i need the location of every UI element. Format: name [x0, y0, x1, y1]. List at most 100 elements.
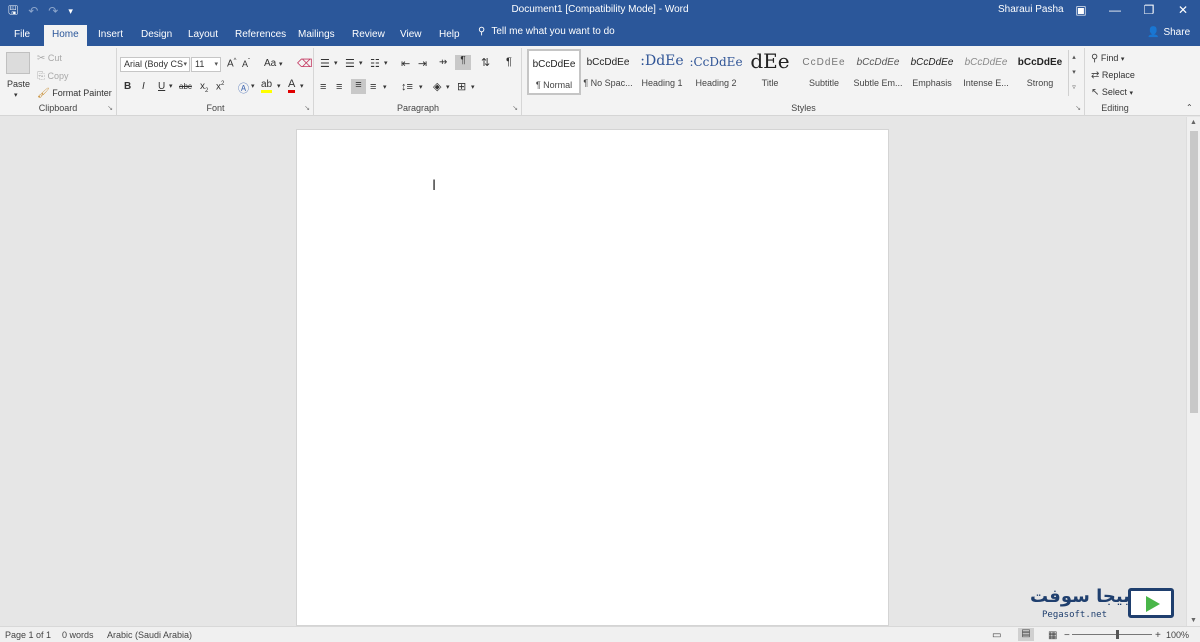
superscript-button[interactable]: x2: [216, 81, 224, 92]
paragraph-launcher-icon[interactable]: ↘: [512, 104, 518, 112]
scroll-down-icon[interactable]: ▼: [1190, 617, 1197, 624]
minimize-icon[interactable]: —: [1098, 0, 1132, 22]
user-name[interactable]: Sharaui Pasha: [998, 4, 1064, 15]
ltr-direction-icon[interactable]: ⇸: [439, 57, 447, 68]
tab-view[interactable]: View: [392, 25, 430, 46]
select-button[interactable]: ↖ Select ▾: [1091, 87, 1133, 98]
shrink-font-button[interactable]: Aˇ: [242, 59, 250, 69]
line-spacing-icon[interactable]: ↕≡: [401, 81, 413, 93]
scroll-up-icon[interactable]: ▲: [1190, 119, 1197, 126]
style-emphasis[interactable]: bCcDdEe Emphasis: [905, 49, 959, 95]
numbering-icon[interactable]: ☰: [345, 57, 355, 70]
subscript-button[interactable]: x2: [200, 81, 208, 94]
font-launcher-icon[interactable]: ↘: [304, 104, 310, 112]
print-layout-icon[interactable]: ▤: [1018, 628, 1034, 641]
increase-indent-icon[interactable]: ⇥: [418, 57, 427, 70]
language-indicator[interactable]: Arabic (Saudi Arabia): [107, 630, 192, 640]
style-title[interactable]: dEe Title: [743, 49, 797, 95]
chevron-down-icon[interactable]: ▾: [183, 58, 187, 71]
chevron-down-icon[interactable]: ▾: [214, 58, 218, 71]
bold-button[interactable]: B: [124, 81, 131, 92]
style-heading-2[interactable]: :CcDdEe Heading 2: [689, 49, 743, 95]
word-count[interactable]: 0 words: [62, 630, 94, 640]
page-count[interactable]: Page 1 of 1: [5, 630, 51, 640]
tab-review[interactable]: Review: [344, 25, 393, 46]
multilevel-dropdown-icon[interactable]: ▾: [384, 59, 388, 67]
multilevel-list-icon[interactable]: ☷: [370, 57, 380, 70]
align-right-icon[interactable]: ≡: [351, 79, 366, 94]
tab-insert[interactable]: Insert: [90, 25, 131, 46]
cut-button[interactable]: ✂ Cut: [37, 53, 62, 64]
format-painter-button[interactable]: 🖌 Format Painter: [37, 88, 112, 99]
change-case-button[interactable]: Aa ▾: [264, 58, 283, 69]
show-formatting-button[interactable]: ¶: [506, 56, 512, 68]
underline-dropdown-icon[interactable]: ▾: [169, 82, 173, 90]
font-color-dropdown-icon[interactable]: ▾: [300, 82, 304, 90]
paste-button[interactable]: Paste: [7, 79, 30, 89]
shading-dropdown-icon[interactable]: ▾: [446, 83, 450, 91]
rtl-direction-icon[interactable]: ¶: [455, 55, 471, 70]
style-intense-emphasis[interactable]: bCcDdEe Intense E...: [959, 49, 1013, 95]
style-normal[interactable]: bCcDdEe ¶ Normal: [527, 49, 581, 95]
paste-icon[interactable]: [6, 52, 30, 74]
zoom-slider-track[interactable]: [1072, 634, 1152, 635]
highlight-icon[interactable]: ab: [261, 79, 273, 93]
web-layout-icon[interactable]: ▦: [1048, 630, 1057, 641]
document-page[interactable]: I: [296, 129, 889, 626]
tab-layout[interactable]: Layout: [180, 25, 226, 46]
bullets-dropdown-icon[interactable]: ▾: [334, 59, 338, 67]
styles-launcher-icon[interactable]: ↘: [1075, 104, 1081, 112]
replace-button[interactable]: ⇄ Replace: [1091, 70, 1135, 81]
tab-design[interactable]: Design: [133, 25, 180, 46]
justify-dropdown-icon[interactable]: ▾: [383, 83, 387, 91]
tab-help[interactable]: Help: [431, 25, 468, 46]
font-name-box[interactable]: Arial (Body CS ▾: [120, 57, 190, 72]
share-button[interactable]: 👤 Share: [1147, 27, 1190, 38]
clear-formatting-icon[interactable]: ⌫: [297, 57, 313, 70]
text-effects-dropdown-icon[interactable]: ▾: [251, 82, 255, 90]
tab-home[interactable]: Home: [44, 25, 87, 46]
restore-icon[interactable]: ❐: [1132, 0, 1166, 22]
italic-button[interactable]: I: [142, 81, 145, 92]
text-effects-icon[interactable]: Ⓐ: [238, 80, 249, 96]
style-no-spacing[interactable]: bCcDdEe ¶ No Spac...: [581, 49, 635, 95]
vertical-scrollbar[interactable]: ▲ ▼: [1186, 117, 1200, 626]
line-spacing-dropdown-icon[interactable]: ▾: [419, 83, 423, 91]
style-strong[interactable]: bCcDdEe Strong: [1013, 49, 1067, 95]
decrease-indent-icon[interactable]: ⇤: [401, 57, 410, 70]
read-mode-icon[interactable]: ▭: [992, 630, 1001, 641]
underline-button[interactable]: U: [158, 81, 165, 92]
find-button[interactable]: ⚲ Find ▾: [1091, 53, 1124, 64]
style-subtle-emphasis[interactable]: bCcDdEe Subtle Em...: [851, 49, 905, 95]
align-center-icon[interactable]: ≡: [336, 81, 342, 93]
tell-me-box[interactable]: ⚲ Tell me what you want to do: [478, 26, 615, 37]
copy-button[interactable]: ⎘ Copy: [37, 71, 69, 82]
zoom-in-icon[interactable]: +: [1155, 630, 1161, 641]
borders-dropdown-icon[interactable]: ▾: [471, 83, 475, 91]
grow-font-button[interactable]: A^: [227, 58, 237, 69]
ribbon-display-icon[interactable]: ▣: [1064, 0, 1098, 22]
font-size-box[interactable]: 11 ▾: [191, 57, 221, 72]
shading-icon[interactable]: ◈: [433, 80, 441, 93]
numbering-dropdown-icon[interactable]: ▾: [359, 59, 363, 67]
zoom-slider-thumb[interactable]: [1116, 630, 1119, 639]
style-subtitle[interactable]: CcDdEe Subtitle: [797, 49, 851, 95]
chevron-up-icon[interactable]: ▴: [1069, 50, 1079, 65]
borders-icon[interactable]: ⊞: [457, 80, 466, 93]
zoom-out-icon[interactable]: −: [1064, 630, 1070, 641]
tab-file[interactable]: File: [6, 25, 38, 46]
highlight-dropdown-icon[interactable]: ▾: [277, 82, 281, 90]
paste-dropdown-icon[interactable]: ▾: [14, 91, 18, 99]
strikethrough-button[interactable]: abc: [179, 82, 192, 91]
clipboard-launcher-icon[interactable]: ↘: [107, 104, 113, 112]
style-heading-1[interactable]: :DdEe Heading 1: [635, 49, 689, 95]
more-styles-icon[interactable]: ▿: [1069, 80, 1079, 95]
tab-mailings[interactable]: Mailings: [290, 25, 343, 46]
tab-references[interactable]: References: [227, 25, 294, 46]
font-color-button[interactable]: A: [288, 79, 296, 93]
collapse-ribbon-icon[interactable]: ⌃: [1186, 103, 1193, 112]
bullets-icon[interactable]: ☰: [320, 57, 330, 70]
close-icon[interactable]: ✕: [1166, 0, 1200, 22]
zoom-level[interactable]: 100%: [1166, 630, 1189, 640]
chevron-down-icon[interactable]: ▾: [1069, 65, 1079, 80]
